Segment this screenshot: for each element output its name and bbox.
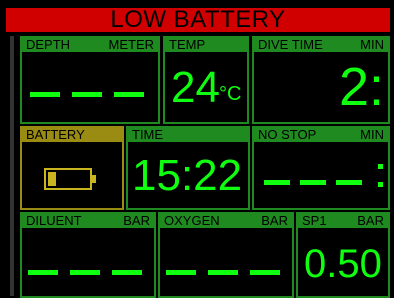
no-stop-dash-1 (264, 180, 290, 185)
no-stop-header: NO STOP MIN (254, 128, 388, 142)
no-stop-label: NO STOP (258, 128, 317, 142)
depth-label: DEPTH (26, 38, 71, 52)
dive-time-panel: DIVE TIME MIN 2: (252, 36, 390, 124)
depth-dash-1 (30, 92, 60, 97)
depth-dash-2 (72, 92, 102, 97)
oxygen-dash-2 (208, 270, 238, 275)
time-header: TIME (128, 128, 248, 142)
oxygen-label: OXYGEN (164, 214, 220, 228)
no-stop-dash-3 (336, 180, 362, 185)
depth-header: DEPTH METER (22, 38, 158, 52)
oxygen-panel: OXYGEN BAR (158, 212, 294, 298)
diluent-panel: DILUENT BAR (20, 212, 156, 298)
dive-time-label: DIVE TIME (258, 38, 323, 52)
time-label: TIME (132, 128, 164, 142)
diluent-unit: BAR (123, 214, 150, 228)
battery-panel: BATTERY (20, 126, 124, 210)
time-value: 15:22 (132, 151, 243, 200)
no-stop-colon-bottom (378, 182, 383, 187)
sp1-panel: SP1 BAR 0.50 (296, 212, 390, 298)
no-stop-dash-2 (300, 180, 326, 185)
depth-unit: METER (108, 38, 155, 52)
depth-panel: DEPTH METER (20, 36, 160, 124)
time-panel: TIME 15:22 (126, 126, 250, 210)
temp-label: TEMP (169, 38, 206, 52)
oxygen-header: OXYGEN BAR (160, 214, 292, 228)
depth-dash-3 (114, 92, 144, 97)
dive-time-value: 2: (338, 57, 384, 117)
sp1-unit: BAR (357, 214, 384, 228)
diluent-dash-2 (70, 270, 100, 275)
no-stop-unit: MIN (360, 128, 384, 142)
dive-computer-screen: LOW BATTERY DEPTH METER TEMP 24 °C DIVE … (0, 0, 394, 298)
oxygen-dash-3 (250, 270, 280, 275)
diluent-dash-1 (28, 270, 58, 275)
diluent-label: DILUENT (26, 214, 82, 228)
dive-time-unit: MIN (360, 38, 384, 52)
sp1-header: SP1 BAR (298, 214, 388, 228)
temp-value: 24 (171, 63, 220, 112)
oxygen-unit: BAR (261, 214, 288, 228)
temp-panel: TEMP 24 °C (163, 36, 249, 124)
no-stop-colon-top (378, 164, 383, 169)
no-stop-panel: NO STOP MIN (252, 126, 390, 210)
temp-header: TEMP (165, 38, 247, 52)
sp1-label: SP1 (302, 214, 327, 228)
battery-header: BATTERY (22, 128, 122, 142)
dive-time-header: DIVE TIME MIN (254, 38, 388, 52)
diluent-dash-3 (112, 270, 142, 275)
left-rail (10, 36, 14, 296)
battery-icon (44, 168, 96, 190)
temp-unit: °C (219, 83, 242, 105)
battery-label: BATTERY (26, 128, 85, 142)
diluent-header: DILUENT BAR (22, 214, 154, 228)
low-battery-banner: LOW BATTERY (6, 8, 390, 32)
oxygen-dash-1 (166, 270, 196, 275)
sp1-value: 0.50 (304, 242, 382, 286)
